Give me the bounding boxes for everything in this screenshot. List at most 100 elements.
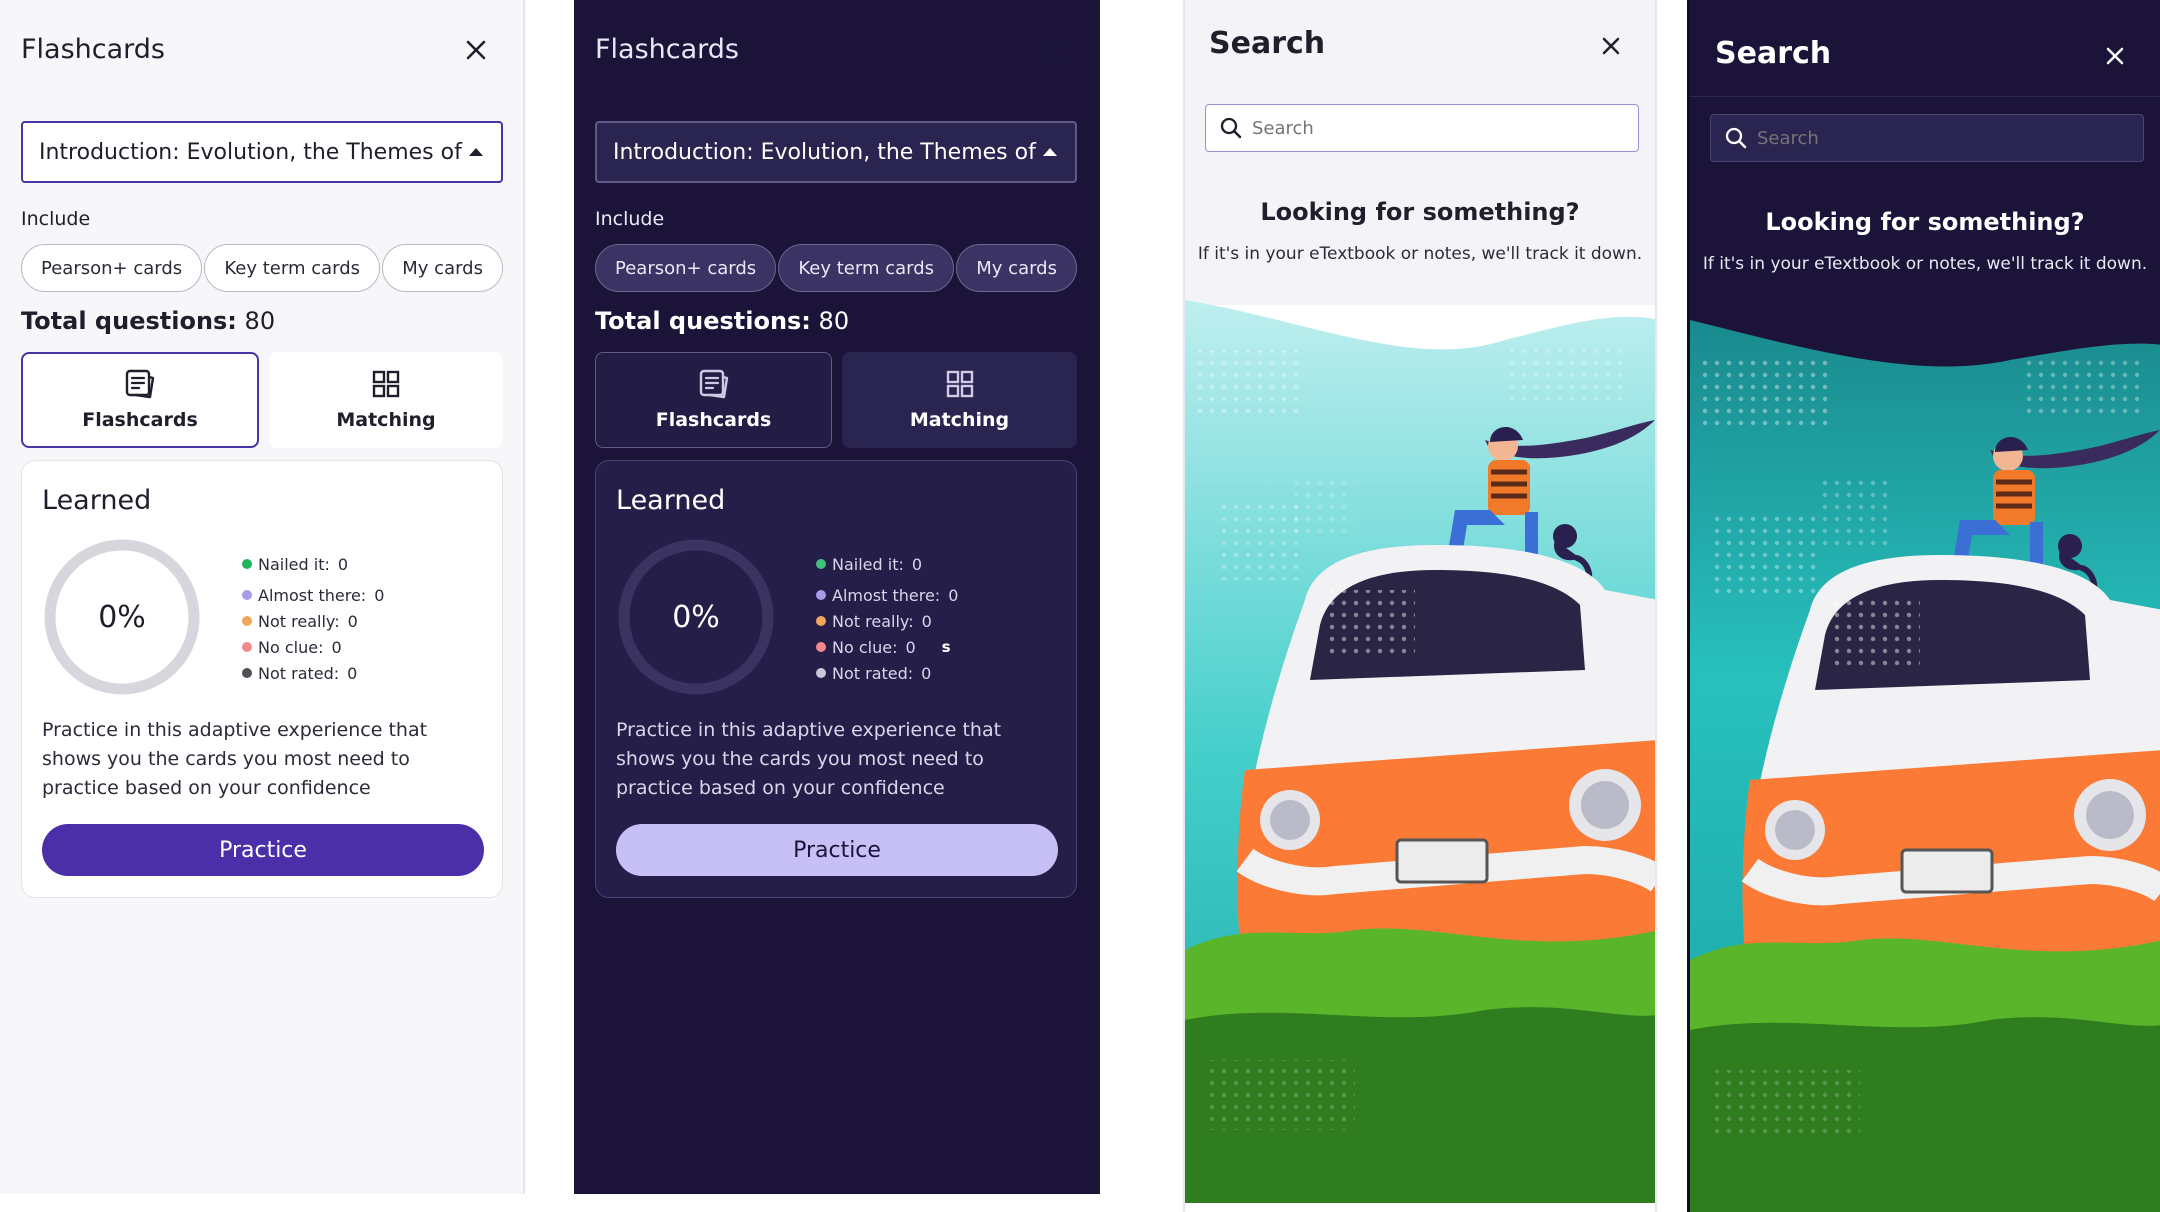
search-title: Search	[1715, 36, 1832, 71]
chip-my-cards[interactable]: My cards	[956, 244, 1077, 292]
legend-dot	[816, 590, 826, 600]
search-field[interactable]	[1710, 114, 2144, 162]
search-icon	[1220, 117, 1242, 139]
legend-label: Not really:	[832, 611, 914, 631]
flashcards-icon	[699, 369, 728, 399]
mode-flashcards-button[interactable]: Flashcards	[21, 352, 259, 448]
progress-percent: 0%	[672, 599, 720, 635]
mode-matching-button[interactable]: Matching	[842, 352, 1077, 448]
legend-nailed-it: Nailed it: 0	[816, 551, 958, 577]
close-icon[interactable]	[456, 30, 496, 70]
confidence-legend: Nailed it: 0 Almost there: 0 Not really: 0 …	[242, 551, 384, 686]
legend-dot	[816, 616, 826, 626]
include-label: Include	[21, 208, 91, 230]
legend-not-really: Not really: 0	[242, 608, 384, 634]
mode-flashcards-button[interactable]: Flashcards	[595, 352, 832, 448]
learned-card: Learned 0% Nailed it: 0 Almost there: 0 No…	[21, 460, 503, 898]
legend-dot	[816, 668, 826, 678]
learned-title: Learned	[616, 485, 726, 516]
practice-description: Practice in this adaptive experience tha…	[616, 719, 1002, 799]
empty-state-subtext: If it's in your eTextbook or notes, we'l…	[1702, 254, 2148, 274]
caret-up-icon	[1043, 148, 1057, 156]
flashcards-panel-light: Flashcards Introduction: Evolution, the …	[0, 0, 525, 1194]
mode-selector: Flashcards Matching	[595, 352, 1077, 448]
legend-no-clue: No clue: 0	[242, 634, 384, 660]
legend-dot	[242, 642, 252, 652]
search-title: Search	[1209, 26, 1326, 61]
mode-matching-button[interactable]: Matching	[269, 352, 503, 448]
total-questions: Total questions: 80	[595, 307, 849, 335]
close-icon[interactable]	[2095, 36, 2135, 76]
practice-button[interactable]: Practice	[42, 824, 484, 876]
legend-almost-there: Almost there: 0	[242, 582, 384, 608]
van-illustration	[1690, 300, 2160, 1212]
chip-my-cards[interactable]: My cards	[382, 244, 503, 292]
close-icon[interactable]	[1032, 30, 1072, 70]
include-label: Include	[595, 208, 665, 230]
caret-up-icon	[469, 148, 483, 156]
close-icon[interactable]	[1591, 26, 1631, 66]
include-chips: Pearson+ cards Key term cards My cards	[595, 244, 1077, 292]
chip-pearson-cards[interactable]: Pearson+ cards	[21, 244, 203, 292]
legend-value: 0	[374, 585, 385, 605]
mode-flashcards-label: Flashcards	[655, 409, 772, 431]
search-field[interactable]	[1205, 104, 1639, 152]
chapter-select-value: Introduction: Evolution, the Themes of	[613, 139, 1036, 165]
legend-not-really: Not really: 0	[816, 608, 958, 634]
legend-value: 0	[921, 663, 932, 683]
legend-label: Nailed it:	[258, 554, 330, 574]
flashcards-panel-dark: Flashcards Introduction: Evolution, the …	[574, 0, 1100, 1194]
mode-flashcards-label: Flashcards	[82, 409, 198, 431]
progress-percent: 0%	[98, 599, 146, 635]
legend-label: Not rated:	[832, 663, 914, 683]
empty-state-heading: Looking for something?	[1260, 198, 1580, 226]
mode-selector: Flashcards Matching	[21, 352, 503, 448]
legend-value: 0	[905, 637, 916, 657]
van-illustration	[1185, 300, 1655, 1203]
legend-label: Not really:	[258, 611, 340, 631]
legend-almost-there: Almost there: 0	[816, 582, 958, 608]
chapter-select[interactable]: Introduction: Evolution, the Themes of	[21, 121, 503, 183]
total-questions-value: 80	[244, 307, 276, 335]
legend-value: 0	[948, 585, 959, 605]
chip-pearson-cards[interactable]: Pearson+ cards	[595, 244, 777, 292]
legend-dot	[242, 616, 252, 626]
mode-matching-label: Matching	[336, 409, 436, 431]
legend-dot	[242, 590, 252, 600]
chapter-select[interactable]: Introduction: Evolution, the Themes of	[595, 121, 1077, 183]
grid-icon	[946, 370, 973, 398]
learned-title: Learned	[42, 485, 152, 516]
total-questions: Total questions: 80	[21, 307, 275, 335]
confidence-legend: Nailed it: 0 Almost there: 0 Not really: 0 …	[816, 551, 958, 686]
search-input[interactable]	[1755, 126, 2143, 150]
legend-value: 0	[347, 611, 358, 631]
chip-key-term-cards[interactable]: Key term cards	[778, 244, 955, 292]
practice-button[interactable]: Practice	[616, 824, 1058, 876]
legend-label: No clue:	[258, 637, 324, 657]
chip-key-term-cards[interactable]: Key term cards	[204, 244, 381, 292]
practice-description: Practice in this adaptive experience tha…	[42, 719, 428, 799]
panel-title: Flashcards	[21, 34, 165, 65]
legend-nailed-it: Nailed it: 0	[242, 551, 384, 577]
flashcards-icon	[125, 369, 155, 399]
search-input[interactable]	[1250, 116, 1638, 140]
legend-dot	[816, 559, 826, 569]
legend-label: Almost there:	[258, 585, 367, 605]
panel-title: Flashcards	[595, 34, 739, 65]
stray-text: s	[941, 638, 951, 656]
legend-dot	[242, 559, 252, 569]
legend-label: Nailed it:	[832, 554, 904, 574]
legend-label: No clue:	[832, 637, 898, 657]
legend-dot	[816, 642, 826, 652]
legend-value: 0	[911, 554, 923, 574]
total-questions-label: Total questions:	[21, 307, 237, 335]
empty-state-heading: Looking for something?	[1765, 208, 2085, 236]
legend-not-rated: Not rated: 0	[242, 660, 384, 686]
legend-value: 0	[337, 554, 349, 574]
search-icon	[1725, 127, 1747, 149]
search-panel-dark: Search Looking for something? If it's in…	[1687, 0, 2160, 1212]
total-questions-value: 80	[818, 307, 850, 335]
legend-value: 0	[921, 611, 932, 631]
legend-value: 0	[347, 663, 358, 683]
legend-label: Not rated:	[258, 663, 340, 683]
